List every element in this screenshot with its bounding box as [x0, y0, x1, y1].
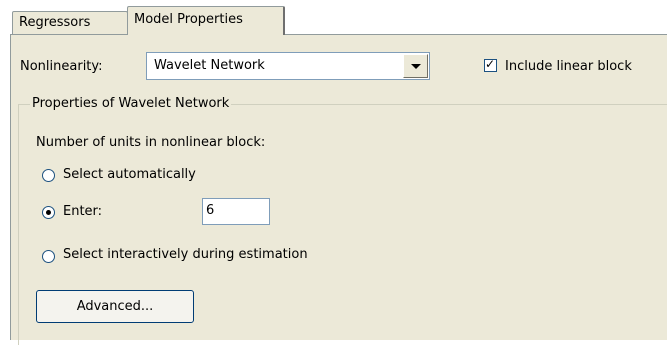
select-interactively-radio[interactable]: [42, 250, 55, 263]
include-linear-block-label[interactable]: Include linear block: [505, 59, 632, 74]
nonlinearity-selected-value: Wavelet Network: [154, 58, 265, 73]
enter-radio[interactable]: [42, 206, 55, 219]
properties-group-title: Properties of Wavelet Network: [30, 96, 232, 111]
enter-label[interactable]: Enter:: [63, 204, 102, 219]
tab-regressors[interactable]: Regressors: [12, 11, 128, 35]
nonlinearity-label: Nonlinearity:: [20, 59, 103, 74]
select-automatically-radio[interactable]: [42, 169, 55, 182]
advanced-button[interactable]: Advanced...: [36, 290, 194, 323]
advanced-button-label: Advanced...: [76, 299, 154, 314]
chevron-down-icon[interactable]: [403, 54, 428, 78]
nonlinearity-dropdown[interactable]: Wavelet Network: [146, 52, 430, 80]
units-count-value: 6: [206, 203, 215, 218]
select-interactively-label[interactable]: Select interactively during estimation: [63, 247, 308, 262]
tab-model-properties-label: Model Properties: [134, 12, 243, 27]
tab-model-properties[interactable]: Model Properties: [127, 6, 285, 35]
units-count-input[interactable]: 6: [202, 198, 270, 225]
tab-regressors-label: Regressors: [19, 15, 91, 30]
include-linear-block-checkbox[interactable]: [484, 57, 497, 72]
units-label: Number of units in nonlinear block:: [36, 135, 266, 150]
select-automatically-label[interactable]: Select automatically: [63, 167, 196, 182]
